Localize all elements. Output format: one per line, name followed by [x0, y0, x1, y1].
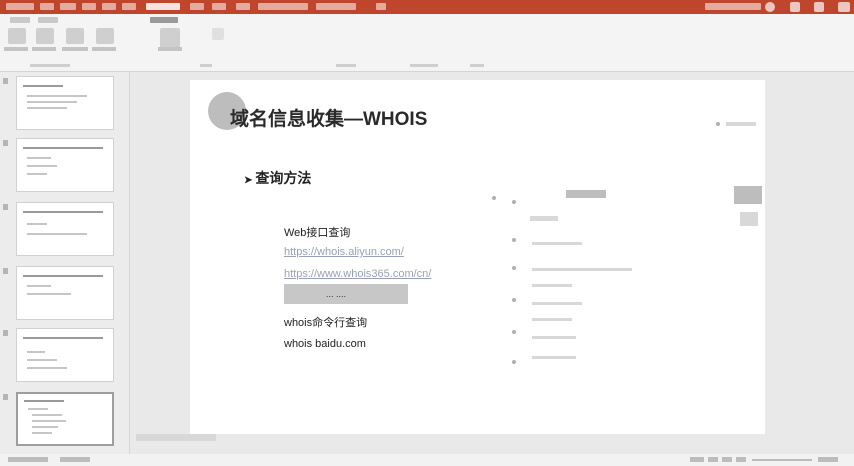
faded-line [532, 356, 576, 359]
notes-button-icon[interactable] [690, 457, 704, 462]
slide-number [3, 268, 8, 274]
ribbon-tab[interactable] [10, 17, 30, 23]
faded-dot [512, 200, 516, 204]
faded-block [740, 212, 758, 226]
bullet-heading[interactable]: ➤ 查询方法 [244, 168, 311, 188]
ribbon-large-button-icon[interactable] [160, 28, 180, 48]
status-bar [0, 454, 854, 466]
ribbon-button-icon[interactable] [36, 28, 54, 44]
ribbon-group-label [30, 64, 70, 67]
ribbon-label [4, 47, 28, 51]
menu-insert[interactable] [82, 3, 96, 10]
faded-block [566, 190, 606, 198]
avatar[interactable] [765, 2, 775, 12]
menu-review[interactable] [190, 3, 204, 10]
ribbon-group-label [336, 64, 356, 67]
faded-dot [512, 298, 516, 302]
bullet-arrow-icon: ➤ [244, 175, 253, 186]
menu-design[interactable] [102, 3, 116, 10]
faded-dot [492, 196, 496, 200]
title-bar [0, 0, 854, 14]
ribbon [0, 14, 854, 72]
item-whois-cmd[interactable]: whois命令行查询 [284, 314, 367, 330]
slide-thumbnail[interactable] [16, 266, 114, 320]
normal-view-icon[interactable] [708, 457, 718, 462]
slide-title[interactable]: 域名信息收集—WHOIS [230, 104, 427, 131]
item-whois-example[interactable]: whois baidu.com [284, 338, 366, 350]
ribbon-button-icon[interactable] [96, 28, 114, 44]
slide-number [3, 394, 8, 400]
faded-line [532, 336, 576, 339]
faded-line [532, 284, 572, 287]
faded-line [532, 318, 572, 321]
faded-line [532, 242, 582, 245]
item-web-query[interactable]: Web接口查询 [284, 224, 350, 240]
maximize-icon[interactable] [814, 2, 824, 12]
highlighted-line[interactable]: ... .... [284, 284, 408, 304]
faded-dot [512, 360, 516, 364]
zoom-slider[interactable] [752, 459, 812, 461]
menu-view[interactable] [212, 3, 226, 10]
ribbon-label [62, 47, 88, 51]
ribbon-group-label [200, 64, 212, 67]
faded-line [726, 122, 756, 126]
sorter-view-icon[interactable] [722, 457, 732, 462]
item-link-whois365[interactable]: https://www.whois365.com/cn/ [284, 268, 431, 280]
faded-dot [512, 266, 516, 270]
ribbon-label [92, 47, 116, 51]
slide-counter [8, 457, 48, 462]
quick-access-toolbar[interactable] [6, 3, 34, 10]
menu-help[interactable] [236, 3, 250, 10]
slide-number [3, 330, 8, 336]
slide-thumbnail-pane [0, 72, 130, 466]
menu-active[interactable] [146, 3, 180, 10]
account-name[interactable] [705, 3, 761, 10]
slide[interactable] [190, 80, 765, 434]
slide-thumbnail-selected[interactable] [16, 392, 114, 446]
faded-dot [512, 238, 516, 242]
ribbon-button-icon[interactable] [66, 28, 84, 44]
share-icon[interactable] [376, 3, 386, 10]
menu-home[interactable] [60, 3, 76, 10]
menu-file[interactable] [40, 3, 54, 10]
zoom-level[interactable] [818, 457, 838, 462]
notes-placeholder[interactable] [136, 434, 216, 441]
slide-thumbnail[interactable] [16, 202, 114, 256]
bullet-text: 查询方法 [255, 170, 312, 186]
minimize-icon[interactable] [790, 2, 800, 12]
slide-thumbnail[interactable] [16, 328, 114, 382]
ribbon-group-label [470, 64, 484, 67]
slide-thumbnail[interactable] [16, 138, 114, 192]
ribbon-label [158, 47, 182, 51]
ribbon-button-icon[interactable] [8, 28, 26, 44]
ribbon-small-icon[interactable] [212, 28, 224, 40]
slide-number [3, 140, 8, 146]
slide-thumbnail[interactable] [16, 76, 114, 130]
ribbon-tab-active[interactable] [150, 17, 178, 23]
ribbon-tab[interactable] [38, 17, 58, 23]
close-icon[interactable] [838, 2, 850, 12]
search-box[interactable] [316, 3, 356, 10]
window-title [258, 3, 308, 10]
faded-dot [512, 330, 516, 334]
item-link-aliyun[interactable]: https://whois.aliyun.com/ [284, 246, 404, 258]
language-indicator [60, 457, 90, 462]
faded-line [530, 216, 558, 221]
ribbon-group-label [410, 64, 438, 67]
faded-block [734, 186, 762, 204]
slide-number [3, 78, 8, 84]
slide-number [3, 204, 8, 210]
menu-transitions[interactable] [122, 3, 136, 10]
reading-view-icon[interactable] [736, 457, 746, 462]
ribbon-label [32, 47, 56, 51]
faded-line [532, 268, 632, 271]
faded-line [532, 302, 582, 305]
faded-dot [716, 122, 720, 126]
